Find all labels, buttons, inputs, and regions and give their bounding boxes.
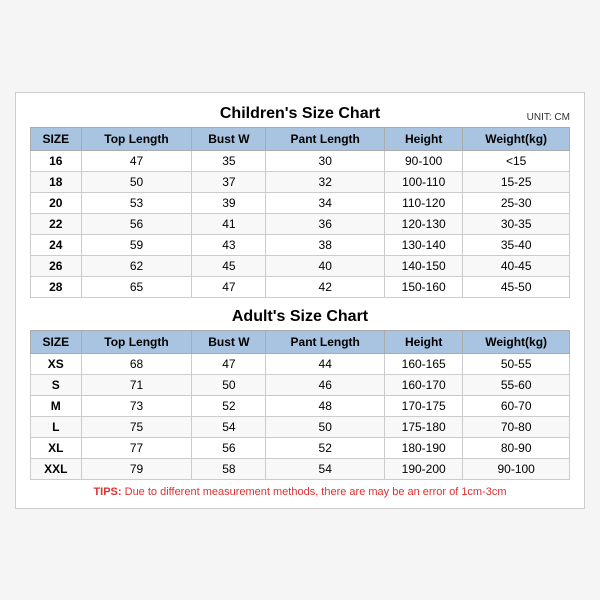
- table-row: 22564136120-13030-35: [31, 213, 570, 234]
- adults-col-size: SIZE: [31, 330, 82, 353]
- children-title-row: Children's Size Chart UNIT: CM: [30, 105, 570, 123]
- table-row: 24594338130-14035-40: [31, 234, 570, 255]
- table-row: 20533934110-12025-30: [31, 192, 570, 213]
- children-tbody: 1647353090-100<1518503732100-11015-25205…: [31, 150, 570, 297]
- table-row: XXL795854190-20090-100: [31, 458, 570, 479]
- adults-col-bust: Bust W: [192, 330, 266, 353]
- chart-container: Children's Size Chart UNIT: CM SIZE Top …: [15, 92, 585, 509]
- children-col-pant: Pant Length: [266, 127, 385, 150]
- adults-header-row: SIZE Top Length Bust W Pant Length Heigh…: [31, 330, 570, 353]
- children-col-top-length: Top Length: [81, 127, 192, 150]
- tips-text: Due to different measurement methods, th…: [125, 486, 507, 498]
- adults-tbody: XS684744160-16550-55S715046160-17055-60M…: [31, 353, 570, 479]
- tips-label: TIPS:: [93, 486, 121, 498]
- children-header-row: SIZE Top Length Bust W Pant Length Heigh…: [31, 127, 570, 150]
- table-row: XS684744160-16550-55: [31, 353, 570, 374]
- children-table: SIZE Top Length Bust W Pant Length Heigh…: [30, 127, 570, 298]
- table-row: 18503732100-11015-25: [31, 171, 570, 192]
- tips-row: TIPS: Due to different measurement metho…: [30, 486, 570, 498]
- children-col-bust: Bust W: [192, 127, 266, 150]
- unit-label: UNIT: CM: [527, 112, 570, 123]
- table-row: 1647353090-100<15: [31, 150, 570, 171]
- children-col-weight: Weight(kg): [463, 127, 570, 150]
- adults-col-top-length: Top Length: [81, 330, 192, 353]
- table-row: XL775652180-19080-90: [31, 437, 570, 458]
- adults-col-pant: Pant Length: [266, 330, 385, 353]
- adults-col-height: Height: [385, 330, 463, 353]
- table-row: 26624540140-15040-45: [31, 255, 570, 276]
- adults-col-weight: Weight(kg): [463, 330, 570, 353]
- children-col-height: Height: [385, 127, 463, 150]
- children-title: Children's Size Chart: [220, 105, 380, 123]
- table-row: M735248170-17560-70: [31, 395, 570, 416]
- adults-title: Adult's Size Chart: [232, 308, 368, 326]
- adults-table: SIZE Top Length Bust W Pant Length Heigh…: [30, 330, 570, 480]
- table-row: 28654742150-16045-50: [31, 276, 570, 297]
- adults-title-row: Adult's Size Chart: [30, 308, 570, 326]
- children-col-size: SIZE: [31, 127, 82, 150]
- table-row: S715046160-17055-60: [31, 374, 570, 395]
- table-row: L755450175-18070-80: [31, 416, 570, 437]
